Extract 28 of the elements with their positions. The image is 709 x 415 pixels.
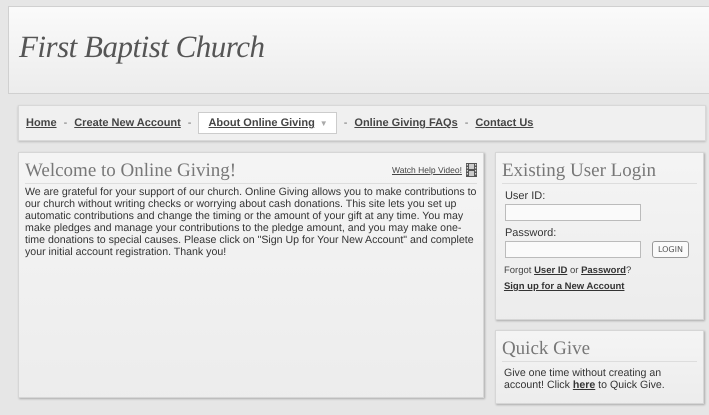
user-id-field[interactable]	[504, 204, 641, 221]
panel-title: Welcome to Online Giving!	[25, 159, 236, 183]
welcome-text: We are grateful for your support of our church. Online Giving allows you to make contributions to our church without writing checks or worrying about cash donations. This site lets you set up automatic contributions and change the timing or the amount of your gift at any time. You may make pledges and manage your contributions to the pledge amount, and you may make one-time donations to special causes. Please click on "Sign Up for Your New Account" and complete your initial account registration. Thank you!	[25, 186, 477, 258]
nav-link[interactable]: Create New Account	[74, 113, 181, 133]
panel-title: Existing User Login	[502, 159, 697, 184]
film-icon	[466, 163, 477, 177]
signup-link[interactable]: Sign up for a New Account	[504, 281, 624, 292]
quick-give-link[interactable]: here	[572, 379, 596, 391]
user-id-link[interactable]: User ID	[534, 265, 568, 276]
password-field[interactable]	[504, 241, 641, 258]
password-link[interactable]: Password	[581, 265, 626, 276]
nav-separator: -	[464, 117, 468, 129]
nav-separator: -	[344, 117, 348, 129]
nav-link[interactable]: About Online Giving ▼	[198, 112, 337, 134]
nav-link[interactable]: Contact Us	[475, 113, 534, 133]
login-button[interactable]: LOGIN	[652, 241, 689, 258]
quick-give-text: Give one time without creating an account! Click here to Quick Give.	[504, 367, 666, 391]
help-video-link[interactable]: Watch Help Video!	[392, 165, 462, 175]
nav-link[interactable]: Home	[26, 113, 57, 133]
nav-link[interactable]: Online Giving FAQs	[354, 113, 458, 133]
field-label: Password:	[504, 227, 558, 239]
forgot-text: Forgot User ID or Password?	[504, 265, 632, 276]
site-title: First Baptist Church	[19, 29, 264, 65]
nav-separator: -	[64, 117, 68, 129]
caret-icon: ▼	[320, 119, 328, 128]
nav-separator: -	[188, 117, 192, 129]
panel-title: Quick Give	[502, 337, 697, 362]
field-label: User ID:	[504, 190, 546, 202]
